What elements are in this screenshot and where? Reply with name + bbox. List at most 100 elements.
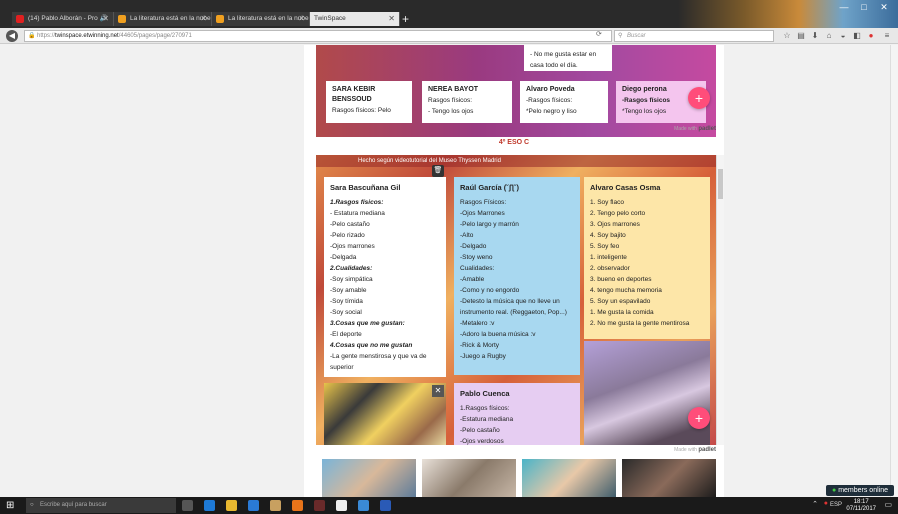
post-line: superior [330, 364, 354, 371]
scrollbar-thumb[interactable] [718, 169, 723, 199]
close-tab-icon[interactable]: ✕ [388, 12, 395, 26]
search-placeholder: Buscar [627, 33, 646, 39]
post-line: 3. bueno en deportes [590, 276, 652, 283]
padlet-embed-top: - No me gusta estar en casa todo el día.… [316, 45, 716, 137]
back-button[interactable]: ◀ [6, 30, 18, 42]
clipboard-icon[interactable]: ▤ [796, 31, 806, 40]
language-indicator[interactable]: ESP [830, 502, 842, 508]
new-tab-button[interactable]: + [402, 12, 409, 26]
post-line: -Estatura mediana [460, 416, 514, 423]
post-line: -Stoy weno [460, 254, 493, 261]
post-line: -Como y no engordo [460, 287, 520, 294]
made-with-padlet[interactable]: Made with padlet [674, 447, 716, 453]
post-line: instrumento real. (Reggaeton, Pop...) [460, 309, 567, 316]
tray-app-icon[interactable]: ● [824, 500, 828, 507]
close-tab-icon[interactable]: ✕ [298, 12, 305, 26]
post-line: 4.Cosas que no me gustan [330, 342, 413, 349]
menu-icon[interactable]: ≡ [882, 31, 892, 40]
maximize-button[interactable]: □ [854, 0, 874, 14]
post-body: 1. Soy flaco 2. Tengo pelo corto 3. Ojos m… [590, 197, 704, 329]
post-line: -Pelo rizado [330, 232, 365, 239]
members-online-label: members online [838, 487, 888, 494]
post-line: 4. tengo mucha memoria [590, 287, 662, 294]
reload-icon[interactable]: ⟳ [596, 30, 602, 38]
post-alvaro[interactable]: Alvaro Casas Osma 1. Soy flaco 2. Tengo p… [584, 177, 710, 339]
tab-title: La literatura está en la nube [130, 15, 211, 22]
browser-tab-active[interactable]: TwinSpace ✕ [310, 12, 400, 26]
taskbar-search-box[interactable]: ○ Escribe aquí para buscar [26, 498, 176, 513]
post-line: 1. Me gusta la comida [590, 309, 654, 316]
portrait-collage-image[interactable]: ✕ [324, 383, 446, 445]
post-line: -Soy social [330, 309, 362, 316]
post-line: -Soy simpática [330, 276, 373, 283]
tray-up-icon[interactable]: ⌃ [812, 500, 818, 508]
navigation-bar: ◀ 🔒 https://twinspace.etwinning.net/4460… [0, 28, 898, 44]
store-icon[interactable] [248, 500, 259, 511]
trash-icon[interactable]: 🗑 [432, 165, 444, 177]
minimize-button[interactable]: — [834, 0, 854, 14]
windows-start-icon[interactable]: ⊞ [6, 500, 14, 511]
padlet-card[interactable]: SARA KEBIR BENSSOUD Rasgos físicos: Pelo [326, 81, 412, 123]
post-raul[interactable]: Raúl García (˘ʃƪ˘) Rasgos Físicos: -Ojos … [454, 177, 580, 375]
collage-thumbnail[interactable] [622, 459, 716, 497]
add-post-button[interactable]: + [688, 407, 710, 429]
made-with-padlet[interactable]: Made with padlet [674, 126, 716, 132]
add-post-button[interactable]: + [688, 87, 710, 109]
browser-tab-2[interactable]: La literatura está en la nube ✕ [114, 12, 212, 26]
system-clock[interactable]: 18:17 07/11/2017 [846, 499, 876, 513]
close-icon[interactable]: ✕ [432, 385, 444, 397]
download-icon[interactable]: ⬇ [810, 31, 820, 40]
home-icon[interactable]: ⌂ [824, 31, 834, 40]
section-title: 4º ESO C [498, 139, 530, 146]
members-online-badge[interactable]: ● members online [826, 485, 894, 496]
post-line: -Ojos Marrones [460, 210, 505, 217]
task-view-icon[interactable] [182, 500, 193, 511]
collage-thumbnail[interactable] [422, 459, 516, 497]
address-bar[interactable]: 🔒 https://twinspace.etwinning.net/44605/… [24, 30, 612, 42]
explorer-icon[interactable] [226, 500, 237, 511]
post-body: Rasgos Físicos: -Ojos Marrones -Pelo largo… [460, 197, 574, 362]
close-window-button[interactable]: ✕ [874, 0, 894, 14]
portrait-collage-image[interactable] [584, 341, 710, 445]
collage-thumbnail[interactable] [522, 459, 616, 497]
padlet-brand: padlet [698, 447, 716, 453]
post-line: 2. Tengo pelo corto [590, 210, 646, 217]
collage-thumbnail[interactable] [322, 459, 416, 497]
extension-icon[interactable]: ◧ [852, 31, 862, 40]
padlet-card[interactable]: Alvaro Poveda -Rasgos físicos: *Pelo neg… [520, 81, 608, 123]
card-title: SARA KEBIR BENSSOUD [332, 86, 376, 103]
search-box[interactable]: ⚲ Buscar [614, 30, 774, 42]
card-line: *Pelo negro y liso [526, 108, 577, 115]
padlet-scrollbar[interactable] [716, 155, 724, 445]
url-prefix: https:// [37, 33, 56, 39]
close-tab-icon[interactable]: ✕ [200, 12, 207, 26]
close-tab-icon[interactable]: ✕ [102, 12, 109, 26]
pocket-icon[interactable]: ◒ [838, 31, 848, 40]
page-favicon-icon [216, 15, 224, 23]
edge-icon[interactable] [204, 500, 215, 511]
bookmark-star-icon[interactable]: ☆ [782, 31, 792, 40]
url-host: twinspace.etwinning.net [55, 33, 119, 39]
post-line: 1. inteligente [590, 254, 627, 261]
addon-icon[interactable]: ● [866, 31, 876, 40]
app-blue-icon[interactable] [358, 500, 369, 511]
clock-date: 07/11/2017 [846, 506, 876, 512]
page-scrollbar[interactable] [890, 45, 898, 497]
padlet-card[interactable]: NEREA BAYOT Rasgos físicos: - Tengo los … [422, 81, 512, 123]
clock-time: 18:17 [853, 499, 869, 505]
post-sara[interactable]: Sara Bascuñana Gil 1.Rasgos físicos: - Es… [324, 177, 446, 377]
youtube-favicon-icon [16, 15, 24, 23]
app-blue2-icon[interactable] [380, 500, 391, 511]
browser-tab-1[interactable]: (14) Pablo Alborán - Pro 🔊 ✕ [12, 12, 114, 26]
notification-icon[interactable]: ▭ [884, 500, 892, 509]
app-dark-icon[interactable] [314, 500, 325, 511]
post-line: 1. Soy flaco [590, 199, 624, 206]
tab-title: La literatura está en la nube [228, 15, 309, 22]
post-line: -Detesto la música que no lleve un [460, 298, 560, 305]
post-pablo[interactable]: Pablo Cuenca 1.Rasgos físicos: -Estatura … [454, 383, 580, 445]
firefox-icon[interactable] [292, 500, 303, 511]
app-white-icon[interactable] [336, 500, 347, 511]
browser-tab-3[interactable]: La literatura está en la nube ✕ [212, 12, 310, 26]
post-body: 1.Rasgos físicos: -Estatura mediana -Pelo … [460, 403, 574, 445]
briefcase-icon[interactable] [270, 500, 281, 511]
